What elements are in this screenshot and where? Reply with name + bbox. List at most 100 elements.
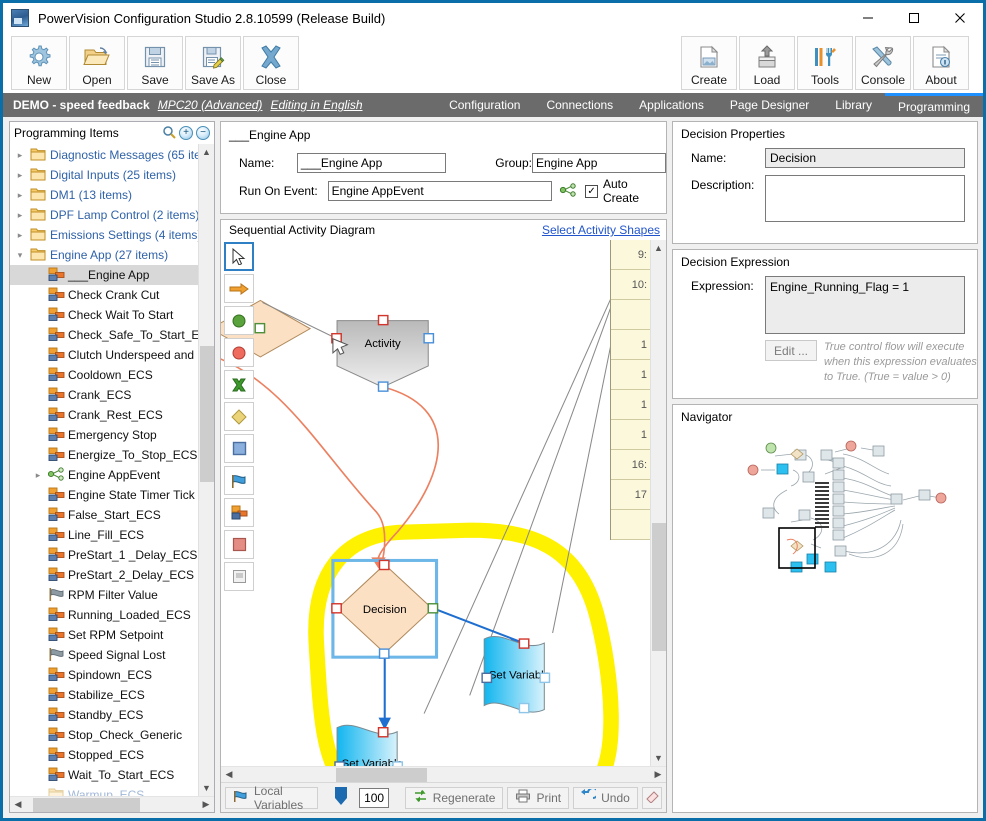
decision-tool[interactable]: [224, 402, 254, 431]
event-node-icon[interactable]: [560, 182, 576, 200]
close-button[interactable]: Close: [243, 36, 299, 90]
line-number-row[interactable]: 1: [611, 360, 650, 390]
maximize-icon[interactable]: [891, 3, 937, 33]
tree-item-warmup-ecs[interactable]: ▸Warmup_ECS: [10, 785, 198, 796]
line-number-row[interactable]: [611, 300, 650, 330]
tree-item-emergency-stop[interactable]: ▸Emergency Stop: [10, 425, 198, 445]
tree-horizontal-scrollbar[interactable]: ◀ ▶: [10, 796, 214, 812]
tree-item-diagnostic-messages-65-items[interactable]: ▸ Diagnostic Messages (65 items): [10, 145, 198, 165]
scroll-down-icon[interactable]: ▼: [199, 780, 215, 796]
tree-item-cooldown-ecs[interactable]: ▸Cooldown_ECS: [10, 365, 198, 385]
tree-item-line-fill-ecs[interactable]: ▸Line_Fill_ECS: [10, 525, 198, 545]
tab-page-designer[interactable]: Page Designer: [717, 93, 822, 117]
tab-programming[interactable]: Programming: [884, 93, 983, 117]
tree-hscroll-thumb[interactable]: [32, 797, 140, 812]
minimize-icon[interactable]: [845, 3, 891, 33]
tree-item-dm1-13-items[interactable]: ▸ DM1 (13 items): [10, 185, 198, 205]
minus-circle-icon[interactable]: −: [196, 126, 210, 140]
about-button[interactable]: About: [913, 36, 969, 90]
tree-item-emissions-settings-4-items[interactable]: ▸ Emissions Settings (4 items): [10, 225, 198, 245]
tree-item-false-start-ecs[interactable]: ▸False_Start_ECS: [10, 505, 198, 525]
tree-expand-arrow[interactable]: ▸: [14, 190, 26, 201]
save-button[interactable]: Save: [127, 36, 183, 90]
open-button[interactable]: Open: [69, 36, 125, 90]
create-button[interactable]: Create: [681, 36, 737, 90]
local-variables-button[interactable]: Local Variables: [225, 784, 319, 812]
tree-item-running-loaded-ecs[interactable]: ▸Running_Loaded_ECS: [10, 605, 198, 625]
line-number-row[interactable]: 10:: [611, 270, 650, 300]
decision-description-input[interactable]: [765, 175, 965, 222]
line-number-row[interactable]: 1: [611, 420, 650, 450]
plus-circle-icon[interactable]: +: [179, 126, 193, 140]
load-button[interactable]: Load: [739, 36, 795, 90]
tree-item-stop-check-generic[interactable]: ▸Stop_Check_Generic: [10, 725, 198, 745]
navigator-group[interactable]: Navigator: [672, 404, 978, 813]
expression-input[interactable]: Engine_Running_Flag = 1: [765, 276, 965, 334]
select-activity-shapes-link[interactable]: Select Activity Shapes: [542, 223, 660, 237]
tree-item-stopped-ecs[interactable]: ▸Stopped_ECS: [10, 745, 198, 765]
tree-item-engine-appevent[interactable]: ▸ Engine AppEvent: [10, 465, 198, 485]
pointer-tool[interactable]: [224, 242, 254, 271]
undo-button[interactable]: Undo: [573, 786, 638, 809]
line-number-list[interactable]: 9: 10: 1 1 1 1 16: 17: [610, 240, 650, 540]
tree-item-check-safe-to-start-ecs[interactable]: ▸Check_Safe_To_Start_ECS: [10, 325, 198, 345]
tree-item-rpm-filter-value[interactable]: ▸RPM Filter Value: [10, 585, 198, 605]
search-icon[interactable]: [162, 125, 176, 142]
line-number-row[interactable]: 1: [611, 330, 650, 360]
tree-item-set-rpm-setpoint[interactable]: ▸Set RPM Setpoint: [10, 625, 198, 645]
tools-button[interactable]: Tools: [797, 36, 853, 90]
canvas-hscroll-track[interactable]: [237, 767, 650, 783]
tab-connections[interactable]: Connections: [533, 93, 626, 117]
tree-item-energize-to-stop-ecs[interactable]: ▸Energize_To_Stop_ECS: [10, 445, 198, 465]
scroll-right-icon[interactable]: ▶: [198, 797, 214, 813]
new-button[interactable]: New: [11, 36, 67, 90]
navigator-map[interactable]: [673, 424, 977, 574]
note-tool[interactable]: [224, 562, 254, 591]
close-icon[interactable]: [937, 3, 983, 33]
scroll-left-icon[interactable]: ◀: [10, 797, 26, 813]
tree-item-crank-rest-ecs[interactable]: ▸Crank_Rest_ECS: [10, 405, 198, 425]
tree-item-check-crank-cut[interactable]: ▸Check Crank Cut: [10, 285, 198, 305]
tree-item-digital-inputs-25-items[interactable]: ▸ Digital Inputs (25 items): [10, 165, 198, 185]
diagram-canvas[interactable]: Activity Decision Set Variable Set Varia…: [221, 240, 650, 766]
tree-item-dpf-lamp-control-2-items[interactable]: ▸ DPF Lamp Control (2 items): [10, 205, 198, 225]
tree-item-prestart-2-delay-ecs[interactable]: ▸PreStart_2_Delay_ECS: [10, 565, 198, 585]
canvas-scroll-left-icon[interactable]: ◀: [221, 767, 237, 783]
canvas-vertical-scrollbar[interactable]: ▲ ▼: [650, 240, 666, 766]
tree-item-crank-ecs[interactable]: ▸Crank_ECS: [10, 385, 198, 405]
edit-expression-button[interactable]: Edit ...: [765, 340, 817, 361]
line-number-row[interactable]: 1: [611, 390, 650, 420]
tab-library[interactable]: Library: [822, 93, 885, 117]
set-variable-tool[interactable]: [224, 434, 254, 463]
tree-item-wait-to-start-ecs[interactable]: ▸Wait_To_Start_ECS: [10, 765, 198, 785]
run-on-event-input[interactable]: Engine AppEvent: [327, 181, 553, 201]
activity-tool[interactable]: [224, 530, 254, 559]
tree-expand-arrow[interactable]: ▾: [14, 250, 26, 261]
call-block-tool[interactable]: [224, 498, 254, 527]
tree-expand-arrow[interactable]: ▸: [14, 170, 26, 181]
tree-item-clutch-underspeed-and-can[interactable]: ▸Clutch Underspeed and CAN: [10, 345, 198, 365]
group-input[interactable]: Engine App: [531, 153, 666, 173]
canvas-hscroll-thumb[interactable]: [336, 767, 427, 782]
line-number-row[interactable]: 16:: [611, 450, 650, 480]
device-link[interactable]: MPC20 (Advanced): [158, 98, 263, 112]
name-input[interactable]: ___Engine App: [296, 153, 447, 173]
tree-item-standby-ecs[interactable]: ▸Standby_ECS: [10, 705, 198, 725]
canvas-scroll-down-icon[interactable]: ▼: [651, 750, 667, 766]
canvas-vscroll-thumb[interactable]: [651, 522, 666, 652]
scroll-up-icon[interactable]: ▲: [199, 144, 215, 160]
tree-item-engine-app-27-items[interactable]: ▾ Engine App (27 items): [10, 245, 198, 265]
tree-vertical-scrollbar[interactable]: ▲ ▼: [198, 144, 214, 796]
tree-item-spindown-ecs[interactable]: ▸Spindown_ECS: [10, 665, 198, 685]
canvas-vscroll-track[interactable]: [651, 256, 667, 750]
tree-item-engine-state-timer-tick[interactable]: ▸Engine State Timer Tick: [10, 485, 198, 505]
language-link[interactable]: Editing in English: [270, 98, 362, 112]
tree-expand-arrow[interactable]: ▸: [14, 150, 26, 161]
tab-applications[interactable]: Applications: [626, 93, 717, 117]
zoom-slider-handle[interactable]: [334, 786, 348, 809]
console-button[interactable]: Console: [855, 36, 911, 90]
tree-item-speed-signal-lost[interactable]: ▸Speed Signal Lost: [10, 645, 198, 665]
canvas-scroll-up-icon[interactable]: ▲: [651, 240, 667, 256]
transition-tool[interactable]: [224, 274, 254, 303]
print-button[interactable]: Print: [507, 786, 570, 809]
